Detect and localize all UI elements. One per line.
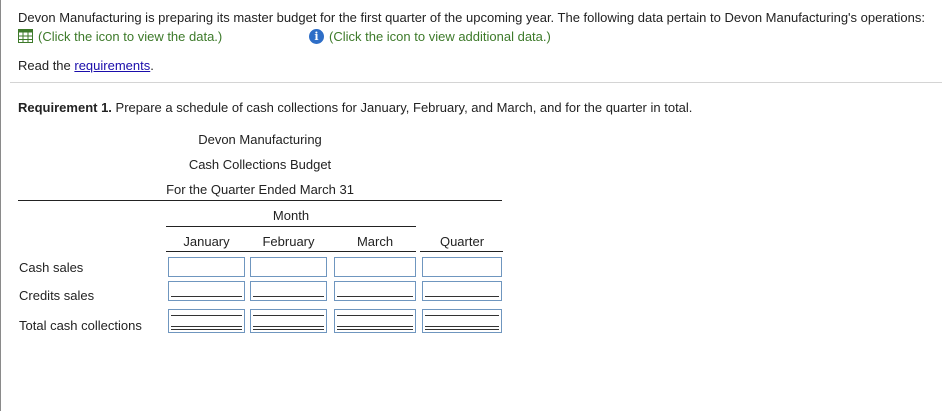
- columns-rule-quarter: [420, 251, 503, 252]
- credit-sales-march-input[interactable]: [334, 281, 416, 301]
- schedule-period: For the Quarter Ended March 31: [166, 182, 354, 197]
- requirement-label: Requirement 1.: [18, 100, 112, 115]
- read-prefix: Read the: [18, 58, 75, 73]
- double-underline-bottom: [425, 329, 499, 330]
- header-rule: [18, 200, 502, 201]
- columns-rule-month: [166, 251, 416, 252]
- total-collections-january-input[interactable]: [168, 309, 245, 333]
- total-overline: [171, 315, 242, 316]
- month-header: Month: [272, 208, 310, 223]
- info-icon[interactable]: i: [309, 29, 324, 44]
- requirements-link[interactable]: requirements: [74, 58, 150, 73]
- cash-sales-february-input[interactable]: [250, 257, 327, 277]
- total-collections-february-input[interactable]: [250, 309, 327, 333]
- view-data-link[interactable]: (Click the icon to view the data.): [38, 29, 222, 44]
- company-name: Devon Manufacturing: [198, 132, 322, 147]
- total-underline: [171, 296, 242, 297]
- table-grid-icon[interactable]: [18, 29, 33, 43]
- total-overline: [337, 315, 413, 316]
- total-underline: [337, 296, 413, 297]
- double-underline-top: [337, 326, 413, 327]
- requirement-text: Prepare a schedule of cash collections f…: [111, 100, 693, 115]
- cash-sales-january-input[interactable]: [168, 257, 245, 277]
- row-label-cash-sales: Cash sales: [19, 260, 84, 275]
- intro-text: Devon Manufacturing is preparing its mas…: [18, 10, 925, 25]
- double-underline-bottom: [253, 329, 324, 330]
- col-header-january: January: [183, 234, 230, 249]
- window-left-border: [0, 0, 1, 411]
- credit-sales-quarter-input[interactable]: [422, 281, 502, 301]
- read-suffix: .: [150, 58, 154, 73]
- schedule-title: Cash Collections Budget: [188, 157, 332, 172]
- double-underline-bottom: [171, 329, 242, 330]
- total-collections-march-input[interactable]: [334, 309, 416, 333]
- cash-sales-quarter-input[interactable]: [422, 257, 502, 277]
- view-additional-data-link[interactable]: (Click the icon to view additional data.…: [329, 29, 551, 44]
- total-underline: [253, 296, 324, 297]
- col-header-february: February: [262, 234, 315, 249]
- total-collections-quarter-input[interactable]: [422, 309, 502, 333]
- credit-sales-january-input[interactable]: [168, 281, 245, 301]
- section-divider: [10, 82, 942, 83]
- double-underline-top: [425, 326, 499, 327]
- requirement-1: Requirement 1. Prepare a schedule of cas…: [18, 100, 692, 115]
- row-label-credit-sales: Credits sales: [19, 288, 95, 303]
- total-overline: [425, 315, 499, 316]
- row-label-total-cash-collections: Total cash collections: [19, 318, 142, 333]
- read-requirements-line: Read the requirements.: [18, 58, 154, 73]
- double-underline-top: [171, 326, 242, 327]
- col-header-quarter: Quarter: [439, 234, 485, 249]
- double-underline-top: [253, 326, 324, 327]
- total-underline: [425, 296, 499, 297]
- total-overline: [253, 315, 324, 316]
- col-header-march: March: [356, 234, 394, 249]
- credit-sales-february-input[interactable]: [250, 281, 327, 301]
- month-rule: [166, 226, 416, 227]
- cash-sales-march-input[interactable]: [334, 257, 416, 277]
- double-underline-bottom: [337, 329, 413, 330]
